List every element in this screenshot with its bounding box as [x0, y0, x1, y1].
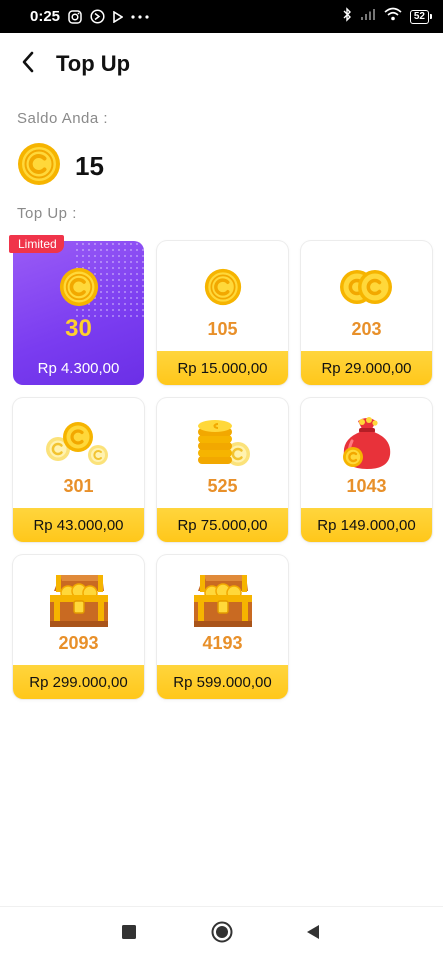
play-icon	[113, 10, 124, 23]
coin-bag-icon	[301, 414, 432, 474]
signal-icon	[360, 8, 376, 26]
package-price: Rp 75.000,00	[157, 508, 288, 542]
package-coin-amount: 1043	[346, 476, 387, 496]
app-notification-icon	[90, 9, 105, 24]
package-price: Rp 149.000,00	[301, 508, 432, 542]
package-price: Rp 43.000,00	[13, 508, 144, 542]
topup-package-card[interactable]: 30 Rp 4.300,00	[13, 241, 144, 385]
topup-package-grid: 30 Rp 4.300,00 105 Rp 15.000,00 203 Rp 2…	[13, 241, 432, 699]
treasure-chest-icon	[13, 571, 144, 631]
chevron-left-icon	[21, 51, 35, 78]
topup-package-card[interactable]: 525 Rp 75.000,00	[157, 398, 288, 542]
circle-icon	[211, 921, 233, 948]
single-coin-icon	[13, 257, 144, 317]
package-price: Rp 15.000,00	[157, 351, 288, 385]
battery-indicator: 52	[409, 9, 433, 24]
page-title: Top Up	[56, 51, 131, 76]
treasure-chest-icon	[157, 571, 288, 631]
limited-badge: Limited	[9, 235, 64, 253]
status-bar: 0:25 52	[0, 0, 443, 33]
double-coin-icon	[301, 257, 432, 317]
status-time: 0:25	[30, 8, 61, 25]
coin-stack-icon	[157, 414, 288, 474]
package-price: Rp 599.000,00	[157, 665, 288, 699]
balance-value: 15	[75, 151, 104, 181]
coin-icon	[17, 142, 61, 191]
topup-package-card[interactable]: 301 Rp 43.000,00	[13, 398, 144, 542]
topup-package-card[interactable]: 4193 Rp 599.000,00	[157, 555, 288, 699]
package-price: Rp 299.000,00	[13, 665, 144, 699]
package-price: Rp 4.300,00	[37, 359, 120, 377]
package-coin-amount: 4193	[202, 633, 243, 653]
package-coin-amount: 30	[65, 315, 92, 342]
home-button[interactable]	[205, 917, 239, 951]
triangle-back-icon	[306, 924, 320, 945]
bluetooth-icon	[342, 6, 352, 27]
scattered-coins-icon	[13, 414, 144, 474]
more-dots-icon	[131, 14, 149, 19]
balance-label: Saldo Anda :	[17, 110, 109, 127]
system-navigation-bar	[0, 906, 443, 960]
package-coin-amount: 203	[351, 319, 382, 339]
topup-package-card[interactable]: 105 Rp 15.000,00	[157, 241, 288, 385]
back-button[interactable]	[6, 42, 50, 86]
single-coin-icon	[157, 257, 288, 317]
instagram-icon	[68, 9, 82, 24]
package-coin-amount: 525	[207, 476, 238, 496]
wifi-icon	[384, 7, 402, 26]
back-nav-button[interactable]	[296, 917, 330, 951]
topup-package-card[interactable]: 203 Rp 29.000,00	[301, 241, 432, 385]
topup-label: Top Up :	[17, 205, 77, 222]
package-coin-amount: 105	[207, 319, 238, 339]
recent-apps-button[interactable]	[112, 917, 146, 951]
square-icon	[122, 924, 136, 944]
package-price: Rp 29.000,00	[301, 351, 432, 385]
topup-package-card[interactable]: 1043 Rp 149.000,00	[301, 398, 432, 542]
topup-package-card[interactable]: 2093 Rp 299.000,00	[13, 555, 144, 699]
balance-row: 15	[17, 142, 104, 191]
app-header: Top Up	[0, 33, 443, 95]
package-coin-amount: 301	[63, 476, 94, 496]
package-coin-amount: 2093	[58, 633, 99, 653]
